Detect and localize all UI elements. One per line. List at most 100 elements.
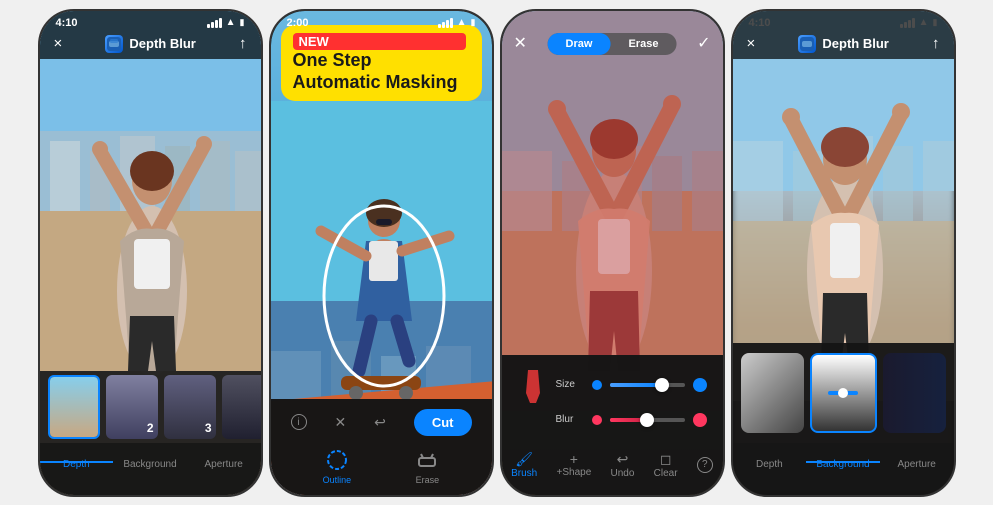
blur-row: Blur	[518, 413, 707, 427]
phone1-status-icons: ▲ ▮	[207, 17, 245, 28]
phone4-app-logo-icon	[798, 35, 816, 53]
gradient-panels	[733, 343, 954, 443]
thumb-2[interactable]: 2	[106, 375, 158, 439]
phone-2: 2:00 ▲ ▮ NEWOne Step Automatic Maskin	[269, 9, 494, 497]
phone2-x-button[interactable]: ✕	[334, 414, 346, 431]
blur-slider[interactable]	[610, 418, 685, 422]
size-row: Size	[518, 365, 707, 405]
thumb-1[interactable]	[48, 375, 100, 439]
phone4-tab-aperture[interactable]: Aperture	[880, 459, 954, 478]
phone4-title-group: Depth Blur	[798, 35, 888, 53]
phone4-tab-depth[interactable]: Depth	[733, 459, 807, 478]
gradient-slider-thumb	[838, 388, 848, 398]
banner-line2: Automatic Masking	[293, 72, 470, 94]
phone-4: 4:10 ▲ ▮ ×	[731, 9, 956, 497]
phone2-toolbar-top: i ✕ ↩ Cut	[271, 399, 492, 442]
phone-4-screen: 4:10 ▲ ▮ ×	[733, 11, 954, 495]
phone-3: Draw Erase ✕ ✓ Size	[500, 9, 725, 497]
blur-max-dot-icon	[693, 413, 707, 427]
undo-label-tab: Undo	[611, 468, 635, 479]
size-slider[interactable]	[610, 383, 685, 387]
size-dot-icon	[592, 380, 602, 390]
info-icon[interactable]: i	[291, 414, 307, 430]
masking-title-group: NEWOne Step Automatic Masking	[293, 33, 470, 94]
phone3-bottom-tools: 🖌 Brush + +Shape ↩ Undo ◻ Clear ?	[502, 443, 723, 495]
undo-button[interactable]: ↩	[374, 414, 386, 431]
phone-2-screen: 2:00 ▲ ▮ NEWOne Step Automatic Maskin	[271, 11, 492, 495]
phone-3-screen: Draw Erase ✕ ✓ Size	[502, 11, 723, 495]
wifi-icon: ▲	[226, 17, 236, 28]
phone1-close-button[interactable]: ×	[54, 35, 63, 52]
new-badge: NEW	[293, 33, 466, 51]
help-tool[interactable]: ?	[697, 457, 713, 473]
woman-photo	[40, 11, 261, 401]
phone-1-screen: 4:10 ▲ ▮ ×	[40, 11, 261, 495]
phone4-tab-depth-label: Depth	[756, 459, 783, 470]
phone3-photo	[502, 11, 723, 411]
phone2-status-icons: ▲ ▮	[438, 17, 476, 29]
phone4-share-button[interactable]: ↑	[932, 35, 940, 52]
phone2-status-bar: 2:00 ▲ ▮	[271, 11, 492, 31]
phone2-wifi-icon: ▲	[457, 17, 467, 28]
brush-controls: Size Blur	[502, 355, 723, 443]
phone2-battery-icon: ▮	[471, 17, 476, 28]
tab-aperture[interactable]: Aperture	[187, 459, 261, 478]
brush-label-tab: Brush	[511, 468, 537, 479]
brush-tool[interactable]: 🖌 Brush	[511, 451, 537, 479]
phone4-header: × Depth Blur ↑	[733, 11, 954, 59]
brush-icon	[518, 365, 548, 405]
phone1-thumbnails: 2 3 4	[40, 371, 261, 443]
phone1-status-bar: 4:10 ▲ ▮	[40, 11, 261, 31]
shape-label-tab: +Shape	[557, 467, 592, 478]
thumb-3[interactable]: 3	[164, 375, 216, 439]
phone2-signal-icon	[438, 18, 453, 28]
undo-tool[interactable]: ↩ Undo	[611, 451, 635, 479]
erase-icon	[415, 448, 439, 472]
phone2-time: 2:00	[287, 17, 309, 29]
erase-tool[interactable]: Erase	[415, 448, 439, 485]
thumb-2-label: 2	[147, 421, 154, 435]
blur-label: Blur	[556, 414, 584, 425]
size-max-dot-icon	[693, 378, 707, 392]
phone1-share-button[interactable]: ↑	[239, 35, 247, 52]
phone4-close-button[interactable]: ×	[747, 35, 756, 52]
tab-active-indicator	[40, 461, 114, 463]
tab-background[interactable]: Background	[113, 459, 187, 478]
tab-aperture-label: Aperture	[205, 459, 243, 470]
outline-icon	[325, 448, 349, 472]
draw-button[interactable]: Draw	[548, 33, 611, 55]
phone3-confirm-button[interactable]: ✓	[697, 33, 710, 53]
size-label: Size	[556, 379, 584, 390]
erase-button[interactable]: Erase	[610, 33, 676, 55]
thumb-4[interactable]: 4	[222, 375, 261, 439]
phone1-bottom-tabs: Depth Background Aperture	[40, 443, 261, 495]
blur-dot-icon	[592, 415, 602, 425]
outline-label: Outline	[323, 475, 352, 485]
draw-erase-toggle: Draw Erase	[548, 33, 677, 55]
phones-container: 4:10 ▲ ▮ ×	[30, 1, 964, 505]
gradient-panel-1[interactable]	[741, 353, 804, 433]
phone1-title-group: Depth Blur	[105, 35, 195, 53]
help-icon: ?	[697, 457, 713, 473]
gradient-panel-2[interactable]	[810, 353, 877, 433]
phone4-bottom-tabs: Depth Background Aperture	[733, 443, 954, 495]
phone2-toolbar-bottom: Outline Erase	[271, 442, 492, 491]
clear-tool[interactable]: ◻ Clear	[654, 451, 678, 479]
phone-1: 4:10 ▲ ▮ ×	[38, 9, 263, 497]
cut-button[interactable]: Cut	[414, 409, 472, 436]
phone4-tab-aperture-label: Aperture	[898, 459, 936, 470]
signal-icon	[207, 18, 222, 28]
thumb-3-label: 3	[205, 421, 212, 435]
gradient-slider[interactable]	[828, 391, 858, 395]
phone2-toolbar: i ✕ ↩ Cut Outline Erase	[271, 399, 492, 495]
gradient-panel-3[interactable]	[883, 353, 946, 433]
masking-banner: NEWOne Step Automatic Masking	[281, 25, 482, 102]
phone1-time: 4:10	[56, 17, 78, 29]
phone3-close-button[interactable]: ✕	[514, 33, 527, 53]
battery-icon: ▮	[240, 17, 245, 28]
outline-tool[interactable]: Outline	[323, 448, 352, 485]
shape-tool[interactable]: + +Shape	[557, 451, 592, 478]
clear-label-tab: Clear	[654, 468, 678, 479]
tab-background-label: Background	[123, 459, 176, 470]
phone4-tab-active-indicator	[806, 461, 880, 463]
